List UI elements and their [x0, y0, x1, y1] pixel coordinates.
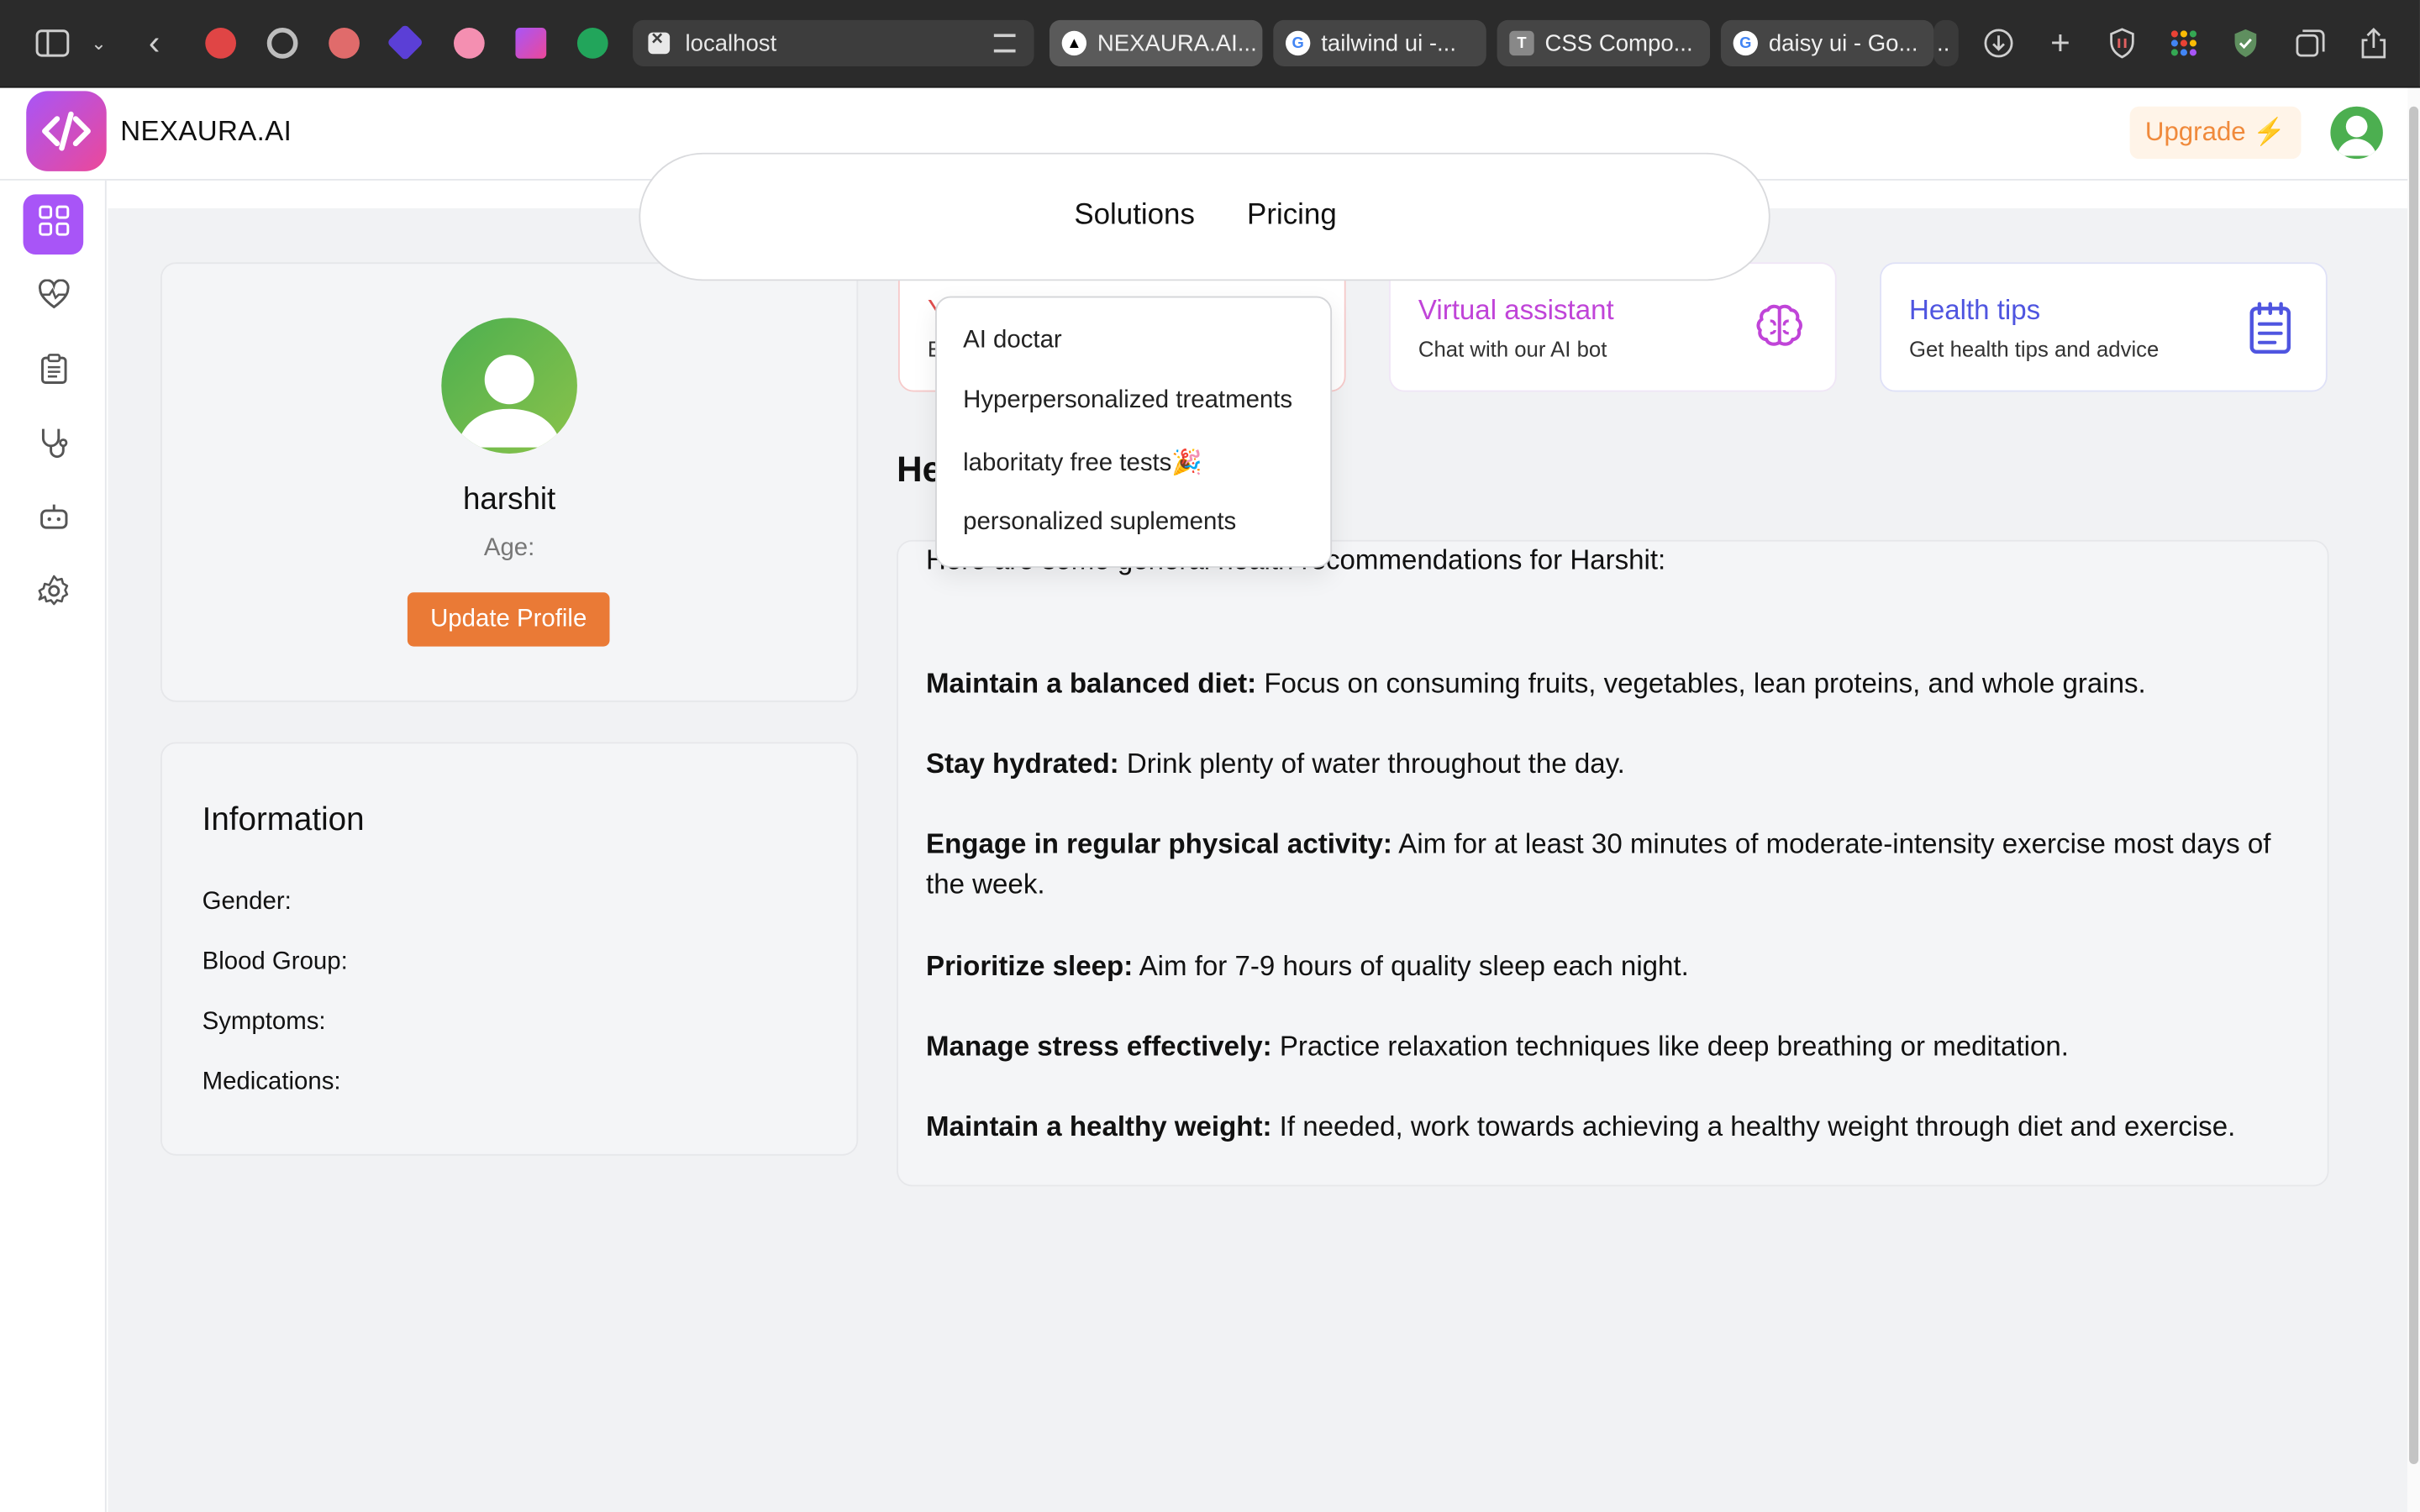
- download-icon[interactable]: [1980, 24, 2017, 61]
- tip-heading: Engage in regular physical activity:: [926, 828, 1392, 860]
- stethoscope-icon: [38, 426, 69, 468]
- profile-avatar: [441, 318, 577, 454]
- tab-tailwind[interactable]: G tailwind ui -...: [1273, 19, 1486, 66]
- tip-text: If needed, work towards achieving a heal…: [1271, 1110, 2236, 1142]
- upgrade-button[interactable]: Upgrade ⚡: [2129, 106, 2302, 160]
- tab-label: tailwind ui -...: [1321, 29, 1457, 57]
- heartbeat-icon: [36, 279, 70, 318]
- feature-title: Health tips: [1908, 294, 2041, 326]
- brand-name: NEXAURA.AI: [120, 115, 292, 147]
- profile-name: harshit: [462, 482, 556, 517]
- google-icon: G: [1285, 30, 1311, 56]
- virtual-assistant-card[interactable]: Virtual assistant Chat with our AI bot: [1389, 262, 1837, 392]
- sidebar-item-settings[interactable]: [24, 564, 84, 625]
- tip-heading: Stay hydrated:: [926, 748, 1119, 780]
- tip-weight: Maintain a healthy weight: If needed, wo…: [926, 1106, 2300, 1147]
- chevron-down-icon[interactable]: ⌄: [81, 24, 118, 61]
- sidebar-item-reports[interactable]: [24, 343, 84, 403]
- page-scrollbar[interactable]: [2407, 87, 2420, 1512]
- tab-nexaura[interactable]: ▲ NEXAURA.AI...: [1049, 19, 1263, 66]
- tab-daisy-ui[interactable]: G daisy ui - Go...: [1720, 19, 1934, 66]
- tip-text: Focus on consuming fruits, vegetables, l…: [1256, 668, 2146, 700]
- gender-field: Gender:: [202, 888, 292, 916]
- menu-item-lab-tests[interactable]: laboritaty free tests🎉: [963, 448, 1202, 479]
- profile-age: Age:: [483, 535, 535, 562]
- browser-toolbar: ⌄ ‹ localhost ▲ NEXAURA.AI... G tailwind…: [0, 0, 2420, 88]
- tip-heading: Maintain a healthy weight:: [926, 1110, 1272, 1142]
- tip-hydrated: Stay hydrated: Drink plenty of water thr…: [926, 743, 2300, 784]
- t-favicon: T: [1509, 30, 1534, 56]
- tab-label: NEXAURA.AI...: [1097, 29, 1257, 57]
- grammarly-icon[interactable]: [576, 28, 608, 59]
- tab-label: CSS Compo...: [1544, 29, 1693, 57]
- symptoms-field: Symptoms:: [202, 1009, 326, 1036]
- adguard-icon[interactable]: [2227, 24, 2264, 61]
- share-icon[interactable]: [2355, 24, 2392, 61]
- report-icon: [39, 354, 67, 392]
- menu-item-treatments[interactable]: Hyperpersonalized treatments: [963, 387, 1292, 415]
- medications-field: Medications:: [202, 1068, 341, 1096]
- localhost-favicon: [648, 26, 671, 55]
- url-text: localhost: [685, 29, 777, 57]
- record-icon[interactable]: [266, 28, 298, 59]
- tip-text: Drink plenty of water throughout the day…: [1118, 748, 1625, 780]
- sidebar-item-dashboard[interactable]: [23, 194, 84, 255]
- google-icon: G: [1733, 30, 1759, 56]
- menu-item-supplements[interactable]: personalized suplements: [963, 509, 1236, 537]
- hourglass-icon[interactable]: [515, 28, 547, 59]
- menu-item-ai-doctor[interactable]: AI doctar: [963, 327, 1062, 354]
- nav-solutions[interactable]: Solutions: [1074, 199, 1195, 233]
- new-tab-icon[interactable]: +: [2042, 24, 2079, 62]
- tip-physical-activity: Engage in regular physical activity: Aim…: [926, 824, 2300, 905]
- tip-text: Practice relaxation techniques like deep…: [1271, 1030, 2069, 1062]
- feature-title: Virtual assistant: [1418, 294, 1614, 326]
- sidebar: [0, 180, 107, 1512]
- health-tips-card[interactable]: Health tips Get health tips and advice: [1880, 262, 2328, 392]
- tip-sleep: Prioritize sleep: Aim for 7-9 hours of q…: [926, 946, 2300, 986]
- tip-text: Aim for 7-9 hours of quality sleep each …: [1133, 950, 1689, 982]
- clipboard-icon: [2243, 301, 2298, 356]
- floating-nav: [639, 152, 1770, 281]
- feature-subtitle: Get health tips and advice: [1908, 336, 2160, 361]
- tip-heading: Prioritize sleep:: [926, 950, 1134, 982]
- scrollbar-thumb[interactable]: [2409, 106, 2419, 1465]
- layers-icon[interactable]: [387, 24, 424, 61]
- tab-overflow[interactable]: ..: [1933, 19, 1959, 66]
- extension-icon[interactable]: [453, 28, 485, 59]
- update-profile-button[interactable]: Update Profile: [407, 592, 610, 647]
- information-title: Information: [202, 802, 365, 838]
- nav-pricing[interactable]: Pricing: [1247, 199, 1337, 233]
- blocker-icon[interactable]: [329, 28, 360, 59]
- brain-icon: [1752, 301, 1807, 356]
- apps-grid-icon[interactable]: [2165, 24, 2202, 61]
- tab-overview-icon[interactable]: [2291, 24, 2328, 61]
- dashboard-icon: [38, 205, 69, 244]
- tab-css-components[interactable]: T CSS Compo...: [1497, 19, 1711, 66]
- feature-subtitle: Chat with our AI bot: [1418, 336, 1607, 361]
- tip-heading: Manage stress effectively:: [926, 1030, 1272, 1062]
- address-bar[interactable]: localhost: [633, 19, 1034, 66]
- blood-group-field: Blood Group:: [202, 948, 348, 975]
- reader-icon[interactable]: [993, 34, 1016, 53]
- tip-balanced-diet: Maintain a balanced diet: Focus on consu…: [926, 664, 2300, 704]
- tab-overflow-label: ..: [1937, 29, 1950, 57]
- ublock-icon[interactable]: [205, 28, 237, 59]
- back-icon[interactable]: ‹: [136, 24, 173, 62]
- sidebar-item-bot[interactable]: [24, 491, 84, 551]
- nexaura-logo[interactable]: [26, 91, 107, 171]
- nexaura-favicon: ▲: [1061, 30, 1087, 56]
- tab-label: daisy ui - Go...: [1768, 29, 1918, 57]
- user-avatar[interactable]: [2330, 106, 2383, 160]
- robot-icon: [38, 501, 69, 540]
- sidebar-item-health[interactable]: [24, 269, 84, 329]
- sidebar-item-doctor[interactable]: [24, 417, 84, 477]
- tip-stress: Manage stress effectively: Practice rela…: [926, 1026, 2300, 1066]
- settings-icon: [36, 574, 70, 616]
- tip-heading: Maintain a balanced diet:: [926, 668, 1257, 700]
- sidebar-toggle-icon[interactable]: [34, 24, 71, 61]
- shield-icon[interactable]: [2103, 24, 2140, 61]
